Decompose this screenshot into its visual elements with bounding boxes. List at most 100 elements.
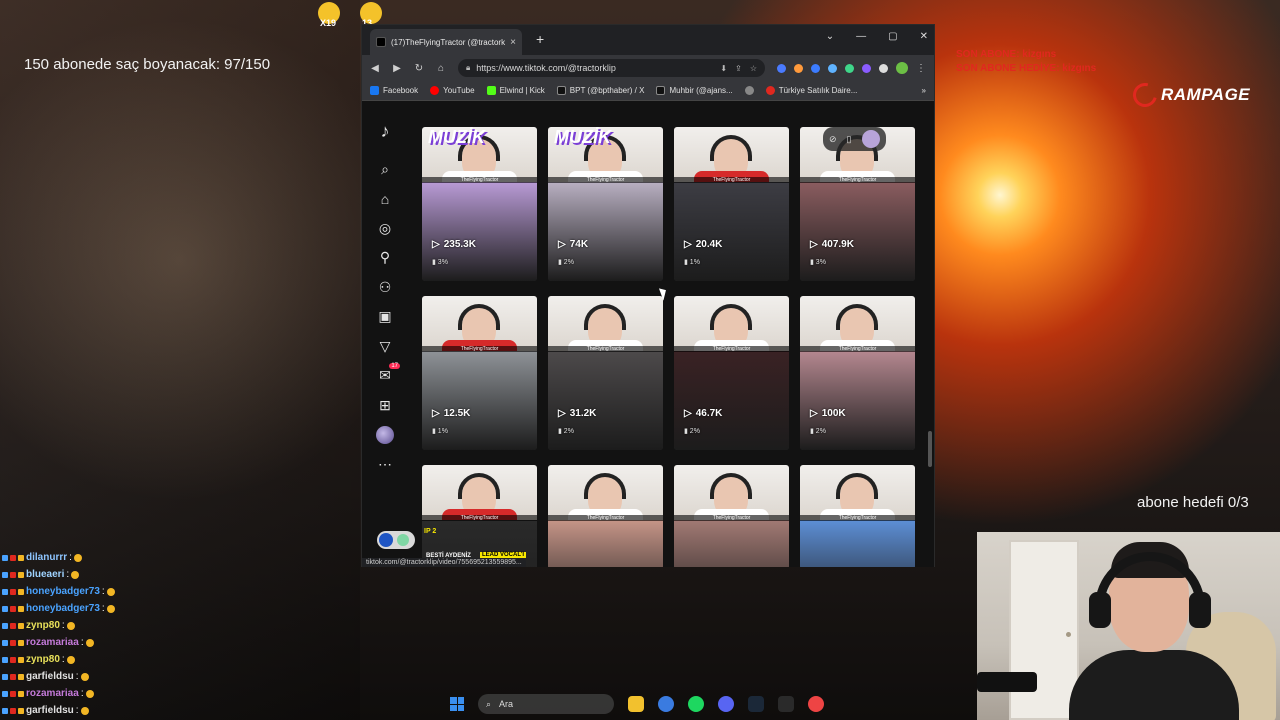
forward-icon[interactable]: ▶: [392, 63, 402, 74]
taskbar-search[interactable]: ⌕ Ara: [478, 694, 614, 714]
views-text: 31.2K: [569, 408, 597, 419]
bookmark-globe[interactable]: [744, 86, 754, 95]
chat-message: rozamariaa :: [2, 634, 202, 651]
spotify-icon[interactable]: [688, 696, 704, 712]
new-tab-button[interactable]: +: [536, 31, 544, 47]
chat-separator: :: [80, 637, 84, 648]
chat-username[interactable]: dilanurrr: [26, 552, 67, 563]
back-icon[interactable]: ◀: [370, 63, 380, 74]
chat-username[interactable]: zynp80: [26, 654, 60, 665]
extension-icon[interactable]: [828, 63, 837, 73]
friends-icon[interactable]: ⚇: [374, 273, 396, 303]
epic-games-icon[interactable]: [778, 696, 794, 712]
extensions-puzzle-icon[interactable]: [879, 63, 888, 73]
chat-username[interactable]: blueaeri: [26, 569, 64, 580]
menu-icon[interactable]: ⋮: [916, 63, 926, 74]
avatar[interactable]: [861, 130, 880, 148]
address-bar[interactable]: 🔒︎ https://www.tiktok.com/@tractorklip ⬇…: [458, 59, 765, 77]
install-icon[interactable]: ⬇: [720, 64, 727, 73]
url-text[interactable]: https://www.tiktok.com/@tractorklip: [476, 63, 714, 73]
upload-icon[interactable]: ▽: [374, 332, 396, 362]
pct-text: 3%: [815, 259, 826, 266]
chat-username[interactable]: garfieldsu: [26, 671, 74, 682]
compass-icon[interactable]: ⊘: [829, 134, 837, 145]
chat-username[interactable]: zynp80: [26, 620, 60, 631]
tab-search-icon[interactable]: ⌄: [826, 31, 834, 42]
pct-text: 1%: [689, 259, 700, 266]
video-card[interactable]: TheFlyingTractor: [548, 465, 663, 567]
video-card[interactable]: TheFlyingTractor: [674, 465, 789, 567]
bottom-toggle[interactable]: [377, 531, 415, 549]
bookmark-kick[interactable]: Elwind | Kick: [486, 86, 545, 95]
video-card[interactable]: TheFlyingTractor BESTİ AYDENİZ LEAD VOCAL'…: [422, 465, 537, 567]
share-icon[interactable]: ⇪: [735, 64, 742, 73]
extension-icon[interactable]: [794, 63, 803, 73]
tiktok-sidebar: ♪ ⌕ ⌂ ◎ ⚲ ⚇ ▣ ▽ ✉ 17 ⊞ ⋯: [362, 101, 408, 567]
bookmark-facebook[interactable]: Facebook: [370, 86, 418, 95]
chat-separator: :: [101, 603, 105, 614]
bookmarks-overflow-icon[interactable]: »: [922, 86, 926, 95]
chrome-icon[interactable]: [658, 696, 674, 712]
file-explorer-icon[interactable]: [628, 696, 644, 712]
chat-separator: :: [61, 620, 65, 631]
bookmark-satilik-daire[interactable]: Türkiye Satılık Daire...: [765, 86, 857, 95]
brand-caption: TheFlyingTractor: [674, 346, 789, 352]
following-icon[interactable]: ⚲: [374, 243, 396, 273]
explore-icon[interactable]: ◎: [374, 214, 396, 244]
video-card[interactable]: TheFlyingTractor ▷ 31.2K ▮ 2%: [548, 296, 663, 450]
tiktok-favicon-icon: [376, 37, 386, 47]
chat-badge-icon: [18, 605, 24, 612]
close-window-button[interactable]: ✕: [920, 31, 928, 42]
more-icon[interactable]: ⋯: [374, 450, 396, 480]
chat-username[interactable]: rozamariaa: [26, 637, 79, 648]
video-card[interactable]: TheFlyingTractor ▷ 20.4K ▮ 1%: [674, 127, 789, 281]
chat-username[interactable]: rozamariaa: [26, 688, 79, 699]
bookmark-youtube[interactable]: YouTube: [430, 86, 475, 95]
chat-username[interactable]: garfieldsu: [26, 705, 74, 716]
bookmark-bpt[interactable]: BPT (@bpthaber) / X: [556, 86, 644, 95]
tab-tiktok[interactable]: (17)TheFlyingTractor (@tractorkli ×: [370, 29, 522, 55]
chat-badge-icon: [10, 690, 16, 697]
facebook-icon: [370, 86, 379, 95]
video-card[interactable]: TheFlyingTractor ▷ 100K ▮ 2%: [800, 296, 915, 450]
chat-badge-icon: [2, 656, 8, 663]
chat-username[interactable]: honeybadger73: [26, 603, 100, 614]
bookmark-star-icon[interactable]: ☆: [750, 64, 757, 73]
tab-close-icon[interactable]: ×: [510, 37, 516, 48]
extension-icon[interactable]: [845, 63, 854, 73]
chat-separator: :: [61, 654, 65, 665]
search-icon[interactable]: ⌕: [374, 155, 396, 185]
live-icon[interactable]: ▣: [374, 302, 396, 332]
tiktok-logo-icon[interactable]: ♪: [374, 117, 396, 147]
chat-username[interactable]: honeybadger73: [26, 586, 100, 597]
video-card[interactable]: TheFlyingTractor MUZİK ▷ 235.3K ▮ 3%: [422, 127, 537, 281]
bookmark-muhbir[interactable]: Muhbir (@ajans...: [656, 86, 733, 95]
video-card[interactable]: TheFlyingTractor MUZİK ▷ 74K ▮ 2%: [548, 127, 663, 281]
steam-icon[interactable]: [748, 696, 764, 712]
home-icon[interactable]: ⌂: [374, 184, 396, 214]
inbox-icon[interactable]: ✉ 17: [374, 361, 400, 391]
windows-start-icon[interactable]: [450, 697, 464, 711]
minimize-button[interactable]: —: [856, 31, 866, 42]
extension-icon[interactable]: [811, 63, 820, 73]
video-card[interactable]: TheFlyingTractor ▷ 46.7K ▮ 2%: [674, 296, 789, 450]
video-card[interactable]: TheFlyingTractor ▷ 12.5K ▮ 1%: [422, 296, 537, 450]
engagement-rate: ▮ 2%: [810, 427, 826, 435]
app-icon[interactable]: [808, 696, 824, 712]
mobile-icon[interactable]: ▯: [847, 134, 852, 145]
engagement-rate: ▮ 3%: [810, 258, 826, 266]
maximize-button[interactable]: ▢: [888, 31, 897, 42]
reload-icon[interactable]: ↻: [414, 63, 424, 74]
create-icon[interactable]: ⊞: [374, 391, 396, 421]
profile-icon[interactable]: [374, 420, 396, 450]
home-icon[interactable]: ⌂: [436, 63, 446, 74]
extension-icon[interactable]: [777, 63, 786, 73]
video-card[interactable]: TheFlyingTractor: [800, 465, 915, 567]
profile-avatar-icon[interactable]: [896, 62, 908, 74]
scrollbar[interactable]: [928, 431, 932, 467]
chat-badge-icon: [18, 673, 24, 680]
play-icon: ▷: [684, 408, 692, 419]
discord-icon[interactable]: [718, 696, 734, 712]
extension-icon[interactable]: [862, 63, 871, 73]
views-text: 74K: [569, 239, 589, 250]
